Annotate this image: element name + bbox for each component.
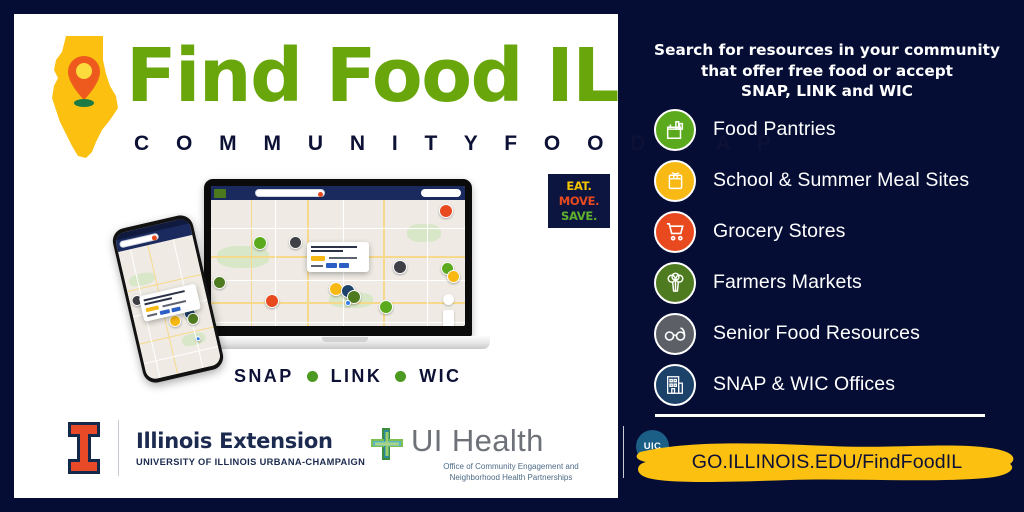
popup-status-chip xyxy=(311,256,325,261)
category-item-snap-wic-offices[interactable]: SNAP & WIC Offices xyxy=(654,359,1024,410)
right-info-panel: Search for resources in your community t… xyxy=(630,0,1024,512)
brand-logo-row: Find Food IL C O M M U N I T Y F O O D M… xyxy=(44,32,771,158)
category-label: SNAP & WIC Offices xyxy=(713,373,896,395)
ui-health-tagline-line-2: Neighborhood Health Partnerships xyxy=(449,473,573,482)
eyeglasses-icon xyxy=(654,312,696,355)
broccoli-icon xyxy=(654,261,696,304)
map-pin-pantry[interactable] xyxy=(253,236,267,250)
laptop-screen xyxy=(211,186,465,326)
payment-type-snap: SNAP xyxy=(234,366,294,386)
category-item-school-summer-meal-sites[interactable]: School & Summer Meal Sites xyxy=(654,155,1024,206)
payment-type-link: LINK xyxy=(330,366,383,386)
shopping-cart-icon xyxy=(654,210,696,253)
popup-chip-wic xyxy=(339,263,349,268)
lunch-bag-icon xyxy=(654,159,696,202)
category-item-farmers-markets[interactable]: Farmers Markets xyxy=(654,257,1024,308)
add-pantry-button[interactable] xyxy=(421,189,461,197)
headline-line-2: that offer free food or accept xyxy=(700,61,953,80)
ui-health-tagline-line-1: Office of Community Engagement and xyxy=(443,462,579,471)
ui-health-logo: UI Health Office of Community Engagement… xyxy=(370,424,669,483)
map-pin-meal-site-2[interactable] xyxy=(447,270,460,283)
map-locate-button[interactable] xyxy=(443,294,454,305)
map-pin-icon xyxy=(68,56,100,107)
block-i-logo-icon xyxy=(68,422,100,474)
map-dot-user xyxy=(345,300,351,306)
separator-dot-icon-2 xyxy=(395,371,407,382)
laptop-notch xyxy=(322,337,368,342)
ems-line-2: MOVE. xyxy=(558,194,600,208)
url-banner[interactable]: GO.ILLINOIS.EDU/FindFoodIL xyxy=(630,434,1024,490)
map-pin-senior-2[interactable] xyxy=(393,260,407,274)
category-label: Grocery Stores xyxy=(713,220,846,242)
hero-white-card: Find Food IL C O M M U N I T Y F O O D M… xyxy=(14,14,771,498)
partner-logos: Illinois Extension UNIVERSITY OF ILLINOI… xyxy=(14,412,669,498)
laptop-lid xyxy=(204,179,472,337)
eat-move-save-badge: EAT. MOVE. SAVE. xyxy=(548,174,610,228)
app-header-bar xyxy=(211,186,465,200)
grocery-bag-icon xyxy=(654,108,696,151)
extension-tagline: UNIVERSITY OF ILLINOIS URBANA-CHAMPAIGN xyxy=(136,457,366,467)
extension-name: Illinois Extension xyxy=(136,429,333,453)
panel-headline: Search for resources in your community t… xyxy=(640,40,1014,102)
clear-search-icon[interactable] xyxy=(318,191,323,197)
payment-type-wic: WIC xyxy=(419,366,462,386)
phone-map-pin-market[interactable] xyxy=(185,311,201,327)
map-zoom-controls[interactable] xyxy=(443,310,454,326)
popup-chip-snap xyxy=(326,263,337,268)
brand-wordmark: Find Food IL xyxy=(126,33,619,119)
separator-dot-icon xyxy=(306,371,318,382)
payment-types-row: SNAP LINK WIC xyxy=(234,366,461,387)
map-pin-market[interactable] xyxy=(213,276,226,289)
app-search-input[interactable] xyxy=(255,189,325,197)
laptop-mockup xyxy=(192,179,494,359)
map-canvas xyxy=(211,200,465,326)
url-text: GO.ILLINOIS.EDU/FindFoodIL xyxy=(691,450,963,473)
category-label: Food Pantries xyxy=(713,118,836,140)
category-item-grocery-stores[interactable]: Grocery Stores xyxy=(654,206,1024,257)
app-logo-icon xyxy=(214,188,226,198)
device-mockups xyxy=(109,174,509,386)
panel-divider xyxy=(655,414,985,417)
ui-health-name: UI Health xyxy=(411,423,544,458)
map-popup-card[interactable] xyxy=(307,242,369,272)
category-item-senior-food-resources[interactable]: Senior Food Resources xyxy=(654,308,1024,359)
category-label: Farmers Markets xyxy=(713,271,862,293)
illinois-extension-logo: Illinois Extension UNIVERSITY OF ILLINOI… xyxy=(66,420,365,476)
category-list: Food Pantries School & Summer Meal Sites… xyxy=(654,104,1024,410)
category-label: Senior Food Resources xyxy=(713,322,920,344)
logo-divider xyxy=(118,420,119,476)
office-building-icon xyxy=(654,363,696,406)
ui-health-divider xyxy=(623,426,624,478)
headline-line-1: Search for resources in your community xyxy=(654,41,1000,59)
map-pin-grocery[interactable] xyxy=(439,204,453,218)
ems-line-1: EAT. xyxy=(566,179,592,193)
map-pin-senior[interactable] xyxy=(289,236,302,249)
map-pin-grocery-2[interactable] xyxy=(265,294,279,308)
category-item-food-pantries[interactable]: Food Pantries xyxy=(654,104,1024,155)
headline-line-3: SNAP, LINK and WIC xyxy=(741,82,913,100)
ems-line-3: SAVE. xyxy=(560,209,598,223)
ui-health-cross-icon xyxy=(371,428,403,460)
category-label: School & Summer Meal Sites xyxy=(713,169,970,191)
map-pin-pantry-2[interactable] xyxy=(379,300,393,314)
